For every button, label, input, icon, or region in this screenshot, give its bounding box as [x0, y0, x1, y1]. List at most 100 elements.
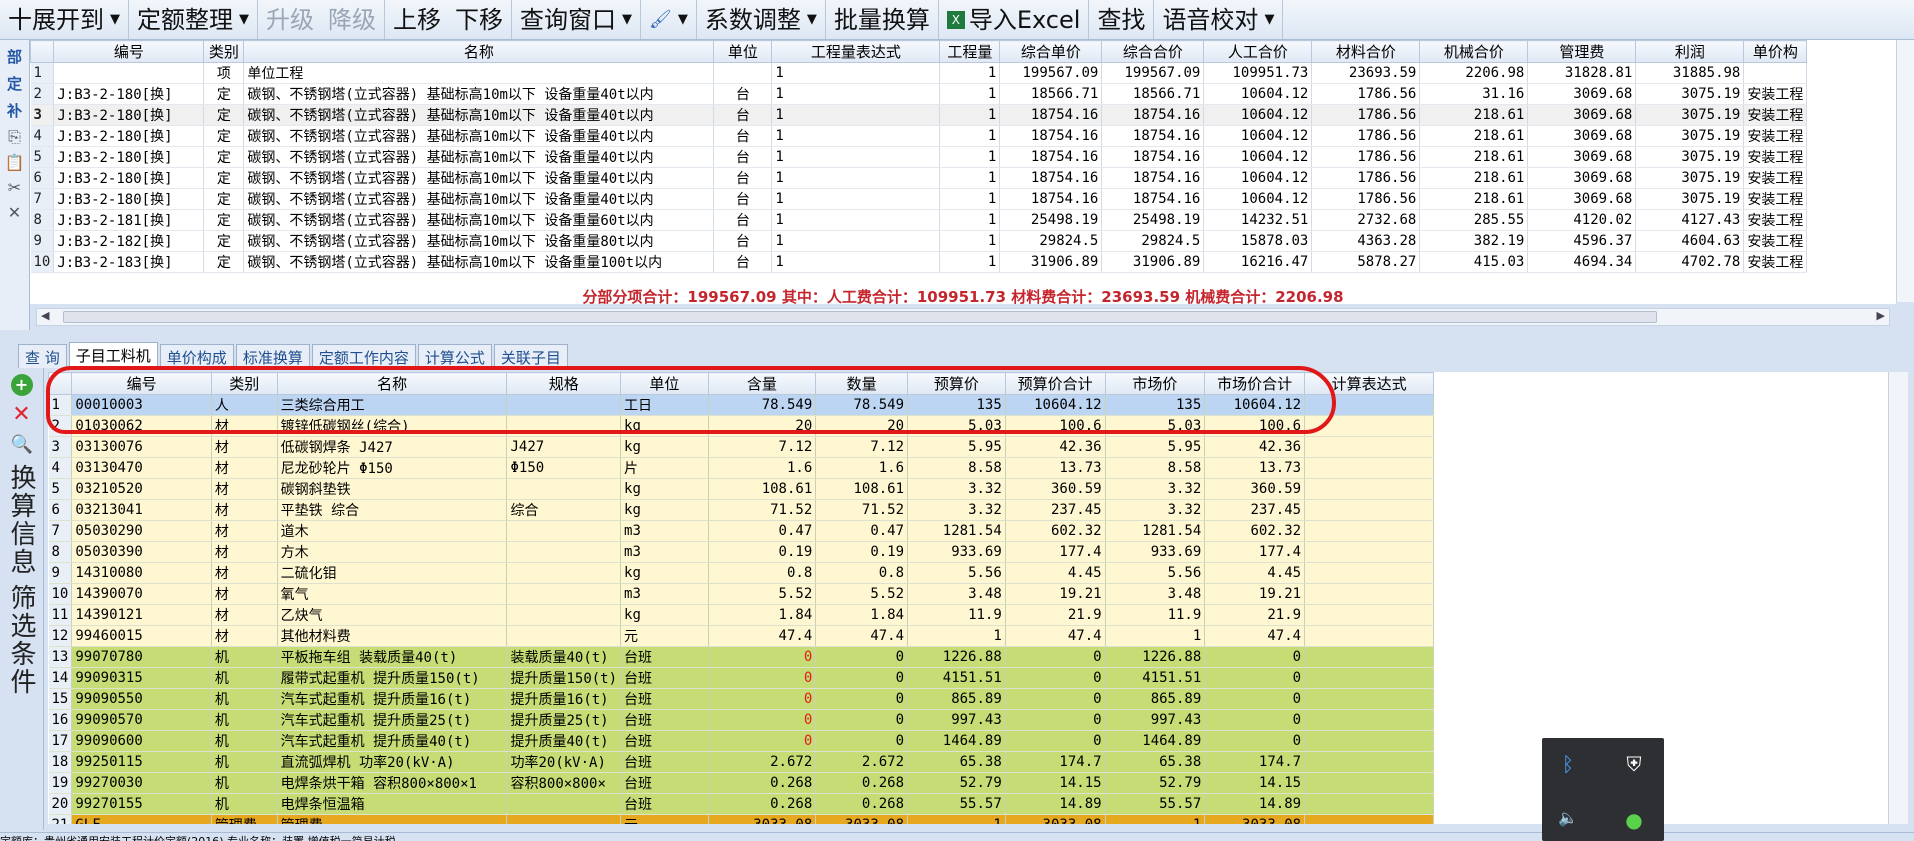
table-cell[interactable]: 1	[771, 209, 941, 231]
table-cell[interactable]: 218.61	[1419, 125, 1529, 147]
column-header[interactable]: 人工合价	[1203, 40, 1313, 63]
quota-row[interactable]: 3 J:B3-2-180[换] 定碳钢、不锈钢塔(立式容器) 基础标高10m以下 设…	[30, 104, 1808, 126]
table-cell[interactable]	[506, 541, 622, 563]
table-cell[interactable]: 0.268	[708, 793, 817, 815]
table-cell[interactable]: 低碳钢焊条 J427	[277, 436, 508, 458]
table-cell[interactable]: 0	[708, 730, 817, 752]
resource-row[interactable]: 10 14390070 材氧气 m3 5.52 5.52 3.48 19.21 3.48 19.2…	[48, 583, 1888, 605]
table-cell[interactable]: 乙炔气	[277, 604, 508, 626]
column-header[interactable]: 工程量表达式	[771, 40, 941, 63]
table-cell[interactable]: 台班	[620, 730, 709, 752]
table-cell[interactable]: 提升质量16(t)	[506, 688, 622, 710]
table-cell[interactable]: 03210520	[71, 478, 212, 500]
table-cell[interactable]: 碳钢、不锈钢塔(立式容器) 基础标高10m以下 设备重量80t以内	[243, 230, 715, 252]
table-cell[interactable]: 14.89	[1204, 793, 1306, 815]
table-cell[interactable]: 台	[713, 83, 773, 105]
move-up-button[interactable]: 上移	[393, 0, 441, 39]
table-cell[interactable]: 1	[939, 230, 1001, 252]
table-cell[interactable]: 1	[771, 104, 941, 126]
table-cell[interactable]: 定	[203, 209, 245, 231]
table-cell[interactable]: 99090315	[71, 667, 212, 689]
table-cell[interactable]: 0.19	[708, 541, 817, 563]
table-cell[interactable]: 台	[713, 209, 773, 231]
table-cell[interactable]: 382.19	[1419, 230, 1529, 252]
table-cell[interactable]: 履带式起重机 提升质量150(t)	[277, 667, 508, 689]
table-cell[interactable]: 14.15	[1204, 772, 1306, 794]
table-cell[interactable]: 管理费	[211, 814, 278, 824]
table-cell[interactable]: 01030062	[71, 415, 212, 437]
table-cell[interactable]: 0	[1204, 667, 1306, 689]
delete-icon[interactable]: ✕	[8, 203, 21, 222]
table-cell[interactable]: 0	[1204, 730, 1306, 752]
table-cell[interactable]: 99090570	[71, 709, 212, 731]
table-cell[interactable]: 18754.16	[999, 125, 1103, 147]
table-cell[interactable]: 4702.78	[1635, 251, 1745, 273]
table-cell[interactable]: 19.21	[1204, 583, 1306, 605]
table-cell[interactable]: 1	[771, 167, 941, 189]
table-cell[interactable]: 18754.16	[1101, 146, 1205, 168]
table-cell[interactable]: 0	[708, 667, 817, 689]
table-cell[interactable]: 尼龙砂轮片 Φ150	[277, 457, 508, 479]
quota-row[interactable]: 5 J:B3-2-180[换] 定碳钢、不锈钢塔(立式容器) 基础标高10m以下 设…	[30, 146, 1808, 168]
table-cell[interactable]: 提升质量25(t)	[506, 709, 622, 731]
table-cell[interactable]: 台班	[620, 793, 709, 815]
table-cell[interactable]: m3	[620, 541, 709, 563]
table-cell[interactable]: 1	[939, 125, 1001, 147]
table-cell[interactable]: 71.52	[815, 499, 909, 521]
table-cell[interactable]: 项	[203, 62, 245, 84]
table-cell[interactable]: 1226.88	[1105, 646, 1206, 668]
table-cell[interactable]: 3075.19	[1635, 188, 1745, 210]
table-cell[interactable]: 功率20(kV·A)	[506, 751, 622, 773]
table-cell[interactable]: 综合	[506, 499, 622, 521]
table-cell[interactable]: 177.4	[1204, 541, 1306, 563]
scroll-left-icon[interactable]: ◀	[41, 309, 49, 322]
table-cell[interactable]: 18566.71	[999, 83, 1103, 105]
table-cell[interactable]: 31885.98	[1635, 62, 1745, 84]
resource-row[interactable]: 7 05030290 材道木 m3 0.47 0.47 1281.54 602.32 1281.…	[48, 520, 1888, 542]
table-cell[interactable]: 材	[211, 478, 278, 500]
table-cell[interactable]: 0	[1005, 709, 1106, 731]
table-cell[interactable]: 0	[708, 709, 817, 731]
table-cell[interactable]: 定	[203, 125, 245, 147]
table-cell[interactable]: 3069.68	[1527, 83, 1637, 105]
table-cell[interactable]: 碳钢斜垫铁	[277, 478, 508, 500]
table-cell[interactable]: 199567.09	[1101, 62, 1205, 84]
column-header[interactable]: 编号	[53, 40, 205, 63]
table-cell[interactable]: 容积800×800×	[506, 772, 622, 794]
table-cell[interactable]: 台	[713, 146, 773, 168]
table-cell[interactable]: 1	[1105, 814, 1206, 824]
table-cell[interactable]	[1304, 457, 1435, 479]
tab-1[interactable]: 子目工料机	[68, 342, 158, 368]
table-cell[interactable]	[1304, 730, 1435, 752]
table-cell[interactable]: 29824.5	[999, 230, 1103, 252]
table-cell[interactable]: 135	[1105, 394, 1206, 416]
table-cell[interactable]: 0.8	[708, 562, 817, 584]
table-cell[interactable]: 3033.08	[1005, 814, 1106, 824]
table-cell[interactable]: 99270155	[71, 793, 212, 815]
table-cell[interactable]: 31.16	[1419, 83, 1529, 105]
table-cell[interactable]	[506, 478, 622, 500]
table-cell[interactable]: 5.95	[1105, 436, 1206, 458]
table-cell[interactable]: 镀锌低碳钢丝(综合)	[277, 415, 508, 437]
tab-5[interactable]: 计算公式	[417, 344, 492, 368]
table-cell[interactable]: 99250115	[71, 751, 212, 773]
table-cell[interactable]	[506, 394, 622, 416]
table-cell[interactable]: 03130470	[71, 457, 212, 479]
table-cell[interactable]	[506, 520, 622, 542]
table-cell[interactable]: 4120.02	[1527, 209, 1637, 231]
upgrade-button[interactable]: 升级	[266, 0, 314, 39]
table-cell[interactable]: 材	[211, 562, 278, 584]
table-cell[interactable]	[506, 415, 622, 437]
table-cell[interactable]: 5.03	[1105, 415, 1206, 437]
column-header[interactable]: 利润	[1635, 40, 1745, 63]
table-cell[interactable]: 47.4	[1204, 625, 1306, 647]
column-header[interactable]: 预算价合计	[1004, 372, 1106, 395]
table-cell[interactable]: 1.84	[708, 604, 817, 626]
table-cell[interactable]: 10604.12	[1005, 394, 1106, 416]
coef-adjust-button[interactable]: 系数调整 ▼	[697, 0, 826, 39]
table-cell[interactable]: 碳钢、不锈钢塔(立式容器) 基础标高10m以下 设备重量40t以内	[243, 188, 715, 210]
table-cell[interactable]: 台班	[620, 688, 709, 710]
table-cell[interactable]: 21.9	[1204, 604, 1306, 626]
table-cell[interactable]: 碳钢、不锈钢塔(立式容器) 基础标高10m以下 设备重量100t以内	[243, 251, 715, 273]
table-cell[interactable]: 台	[713, 230, 773, 252]
